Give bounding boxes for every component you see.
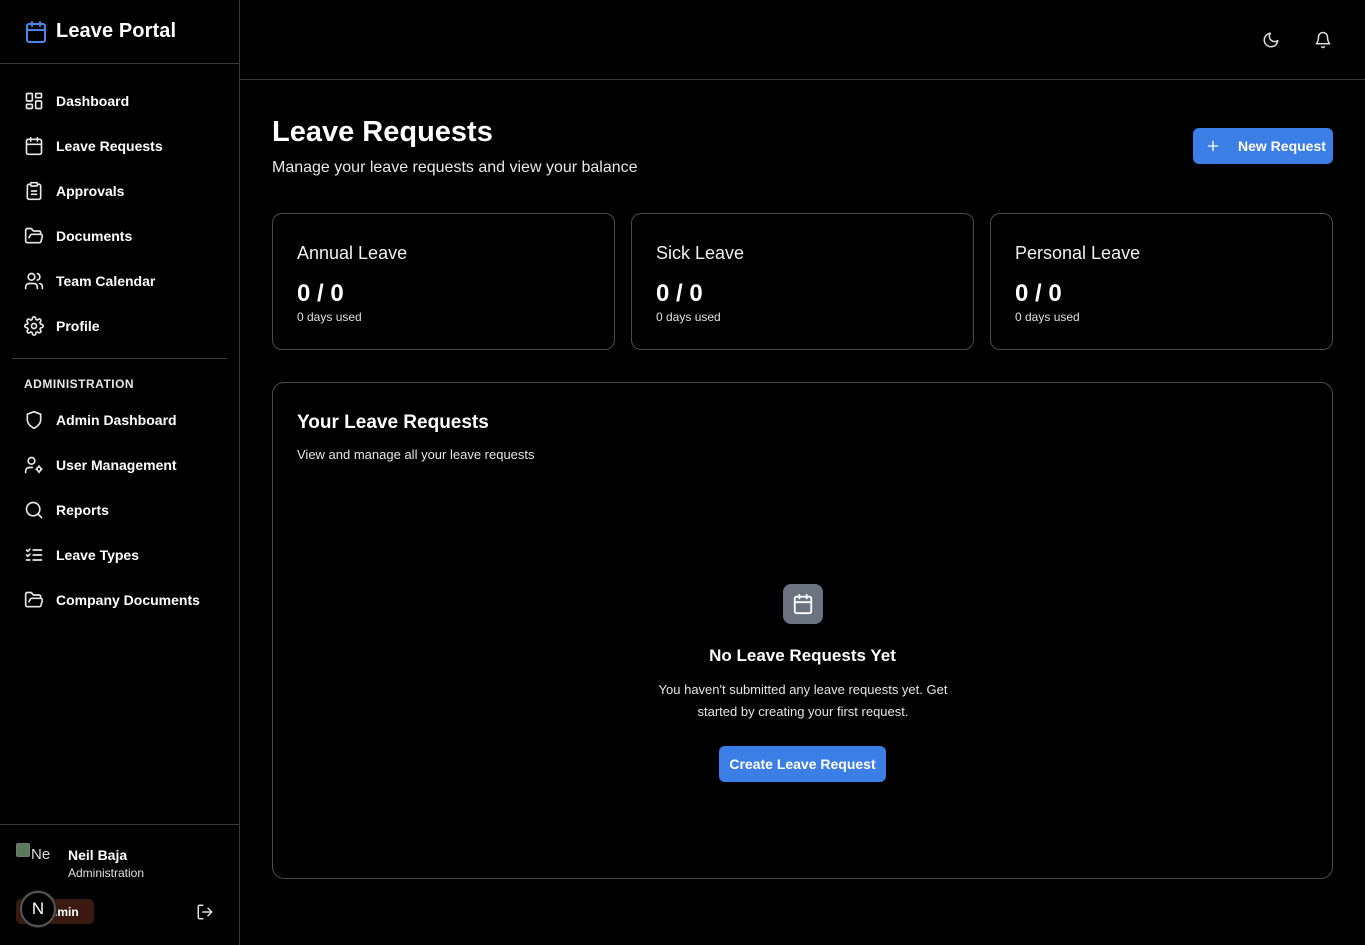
sidebar-item-admin-dashboard[interactable]: Admin Dashboard — [0, 397, 239, 442]
avatar[interactable]: Ne — [16, 843, 56, 877]
user-cog-icon — [24, 455, 44, 475]
users-icon — [24, 271, 44, 291]
page-subtitle: Manage your leave requests and view your… — [272, 159, 638, 176]
sidebar-item-label: Team Calendar — [56, 272, 156, 289]
list-checks-icon — [24, 545, 44, 565]
sidebar-item-label: Documents — [56, 227, 133, 244]
calendar-icon — [783, 584, 823, 624]
user-name: Neil Baja — [68, 847, 128, 863]
balance-used: 0 days used — [1015, 310, 1080, 324]
user-role: Administration — [68, 866, 145, 880]
sidebar-item-label: Company Documents — [56, 591, 200, 608]
balance-used: 0 days used — [656, 310, 721, 324]
clipboard-icon — [24, 181, 44, 201]
sidebar-item-user-management[interactable]: User Management — [0, 442, 239, 487]
sidebar-item-label: Leave Types — [56, 546, 140, 563]
empty-state-title: No Leave Requests Yet — [709, 646, 896, 665]
sidebar-item-reports[interactable]: Reports — [0, 487, 239, 532]
sidebar-item-approvals[interactable]: Approvals — [0, 168, 239, 213]
broken-image-icon — [16, 843, 30, 857]
user-panel: Ne Neil Baja Administration dmin N — [0, 824, 239, 945]
sidebar-item-label: Admin Dashboard — [56, 411, 177, 428]
dev-tools-button[interactable]: N — [20, 891, 56, 927]
main-nav: Dashboard Leave Requests Approvals Docum… — [0, 64, 239, 348]
sidebar-item-label: Approvals — [56, 182, 125, 199]
dashboard-grid-icon — [24, 91, 44, 111]
sidebar-item-label: User Management — [56, 456, 177, 473]
sidebar-item-team-calendar[interactable]: Team Calendar — [0, 258, 239, 303]
gear-icon — [24, 315, 44, 336]
moon-icon[interactable] — [1262, 31, 1280, 49]
logout-icon[interactable] — [196, 903, 214, 921]
empty-state-text: You haven't submitted any leave requests… — [658, 682, 948, 719]
calendar-icon — [24, 20, 48, 44]
balance-card-sick: Sick Leave 0 / 0 0 days used — [631, 213, 974, 350]
new-request-label: New Request — [1238, 138, 1326, 154]
avatar-alt-text: Ne — [31, 846, 51, 863]
brand[interactable]: Leave Portal — [0, 0, 239, 64]
balance-card-annual: Annual Leave 0 / 0 0 days used — [272, 213, 615, 350]
panel-subtitle: View and manage all your leave requests — [297, 447, 535, 462]
balance-title: Personal Leave — [1015, 243, 1141, 263]
sidebar-item-documents[interactable]: Documents — [0, 213, 239, 258]
top-bar — [240, 0, 1365, 80]
balance-card-personal: Personal Leave 0 / 0 0 days used — [990, 213, 1333, 350]
sidebar-item-label: Profile — [56, 317, 100, 334]
sidebar-item-label: Leave Requests — [56, 137, 163, 154]
sidebar-item-label: Dashboard — [56, 92, 130, 109]
balance-value: 0 / 0 — [1015, 280, 1062, 307]
admin-section-title: ADMINISTRATION — [24, 377, 135, 391]
sidebar-item-leave-requests[interactable]: Leave Requests — [0, 123, 239, 168]
balance-value: 0 / 0 — [656, 280, 703, 307]
balance-title: Annual Leave — [297, 243, 408, 263]
leave-requests-panel: Your Leave Requests View and manage all … — [272, 382, 1333, 879]
sidebar-item-company-documents[interactable]: Company Documents — [0, 577, 239, 622]
folder-open-icon — [24, 226, 44, 246]
search-icon — [24, 500, 44, 520]
page-title: Leave Requests — [272, 116, 493, 148]
balance-value: 0 / 0 — [297, 280, 344, 307]
sidebar-item-label: Reports — [56, 501, 109, 518]
panel-title: Your Leave Requests — [297, 412, 489, 433]
sidebar-item-leave-types[interactable]: Leave Types — [0, 532, 239, 577]
sidebar: Leave Portal Dashboard Leave Requests Ap… — [0, 0, 240, 945]
folder-open-icon — [24, 590, 44, 610]
sidebar-item-dashboard[interactable]: Dashboard — [0, 78, 239, 123]
new-request-button[interactable]: New Request — [1193, 128, 1333, 164]
balance-title: Sick Leave — [656, 243, 745, 263]
shield-icon — [24, 410, 44, 430]
sidebar-item-profile[interactable]: Profile — [0, 303, 239, 348]
balance-used: 0 days used — [297, 310, 362, 324]
calendar-icon — [24, 136, 44, 156]
admin-nav: Admin Dashboard User Management Reports … — [0, 397, 239, 622]
plus-icon — [1205, 138, 1221, 154]
create-leave-request-button[interactable]: Create Leave Request — [719, 746, 886, 782]
bell-icon[interactable] — [1314, 31, 1332, 49]
app-name: Leave Portal — [56, 20, 177, 42]
